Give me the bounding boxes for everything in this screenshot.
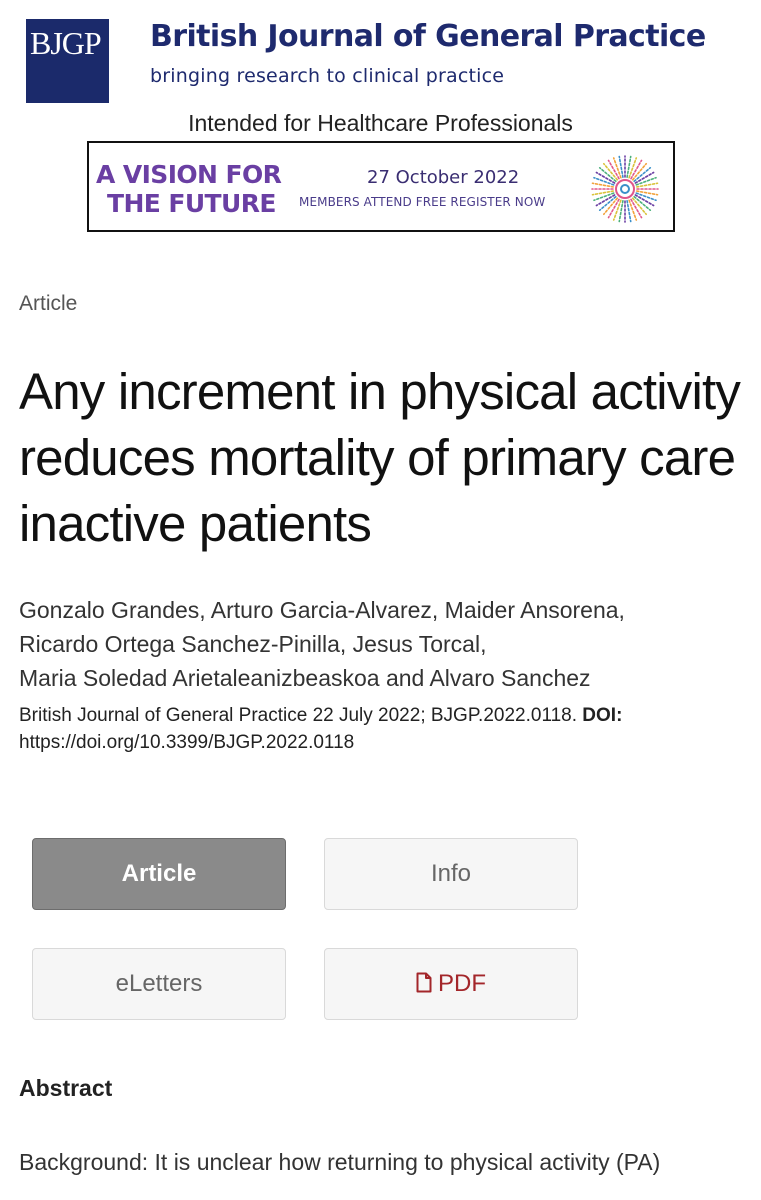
article-title: Any increment in physical activity reduc… bbox=[19, 363, 741, 552]
abstract-text: Background: It is unclear how returning … bbox=[19, 1149, 661, 1175]
authors-line-1[interactable]: Gonzalo Grandes, Arturo Garcia-Alvarez, … bbox=[19, 593, 744, 627]
starburst-icon bbox=[591, 155, 659, 223]
article-type-label: Article bbox=[19, 292, 78, 315]
banner-date: 27 October 2022 bbox=[367, 167, 520, 188]
tab-article[interactable]: Article bbox=[32, 838, 286, 910]
doi-label: DOI: bbox=[582, 705, 623, 726]
banner-title-line2: THE FUTURE bbox=[107, 189, 276, 218]
banner-register-cta[interactable]: MEMBERS ATTEND FREE REGISTER NOW bbox=[299, 195, 545, 209]
citation: British Journal of General Practice 22 J… bbox=[19, 702, 744, 756]
tab-info[interactable]: Info bbox=[324, 838, 578, 910]
banner-title-line1: A VISION FOR bbox=[96, 160, 282, 189]
abstract-heading: Abstract bbox=[19, 1075, 113, 1101]
site-header: BJGP British Journal of General Practice… bbox=[26, 19, 726, 103]
citation-text: British Journal of General Practice 22 J… bbox=[19, 705, 578, 726]
journal-tagline: bringing research to clinical practice bbox=[150, 65, 505, 87]
pdf-label: PDF bbox=[438, 970, 486, 997]
author-list: Gonzalo Grandes, Arturo Garcia-Alvarez, … bbox=[19, 593, 744, 695]
document-icon bbox=[416, 972, 432, 993]
bjgp-logo[interactable]: BJGP bbox=[26, 19, 109, 103]
audience-notice: Intended for Healthcare Professionals bbox=[188, 110, 573, 136]
doi-link[interactable]: https://doi.org/10.3399/BJGP.2022.0118 bbox=[19, 732, 354, 753]
authors-line-2[interactable]: Ricardo Ortega Sanchez-Pinilla, Jesus To… bbox=[19, 627, 744, 661]
banner-title: A VISION FOR THE FUTURE bbox=[96, 160, 282, 218]
tab-eletters[interactable]: eLetters bbox=[32, 948, 286, 1020]
authors-line-3[interactable]: Maria Soledad Arietaleanizbeaskoa and Al… bbox=[19, 661, 744, 695]
pdf-button[interactable]: PDF bbox=[324, 948, 578, 1020]
journal-name[interactable]: British Journal of General Practice bbox=[150, 19, 706, 54]
advert-banner[interactable]: A VISION FOR THE FUTURE 27 October 2022 … bbox=[87, 141, 675, 232]
